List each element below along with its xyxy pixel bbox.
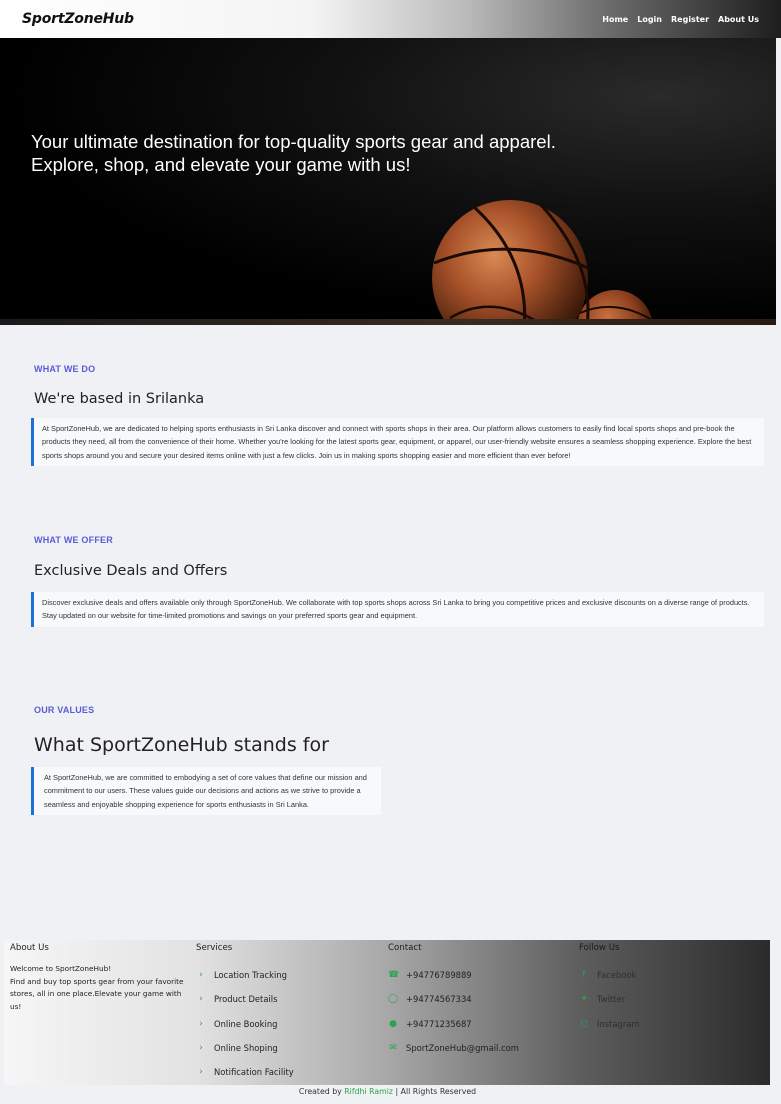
contact-value: SportZoneHub@gmail.com	[406, 1043, 519, 1054]
footer-follow: Follow Us f Facebook ✦ Twitter ◻ Instagram	[579, 940, 764, 1036]
brand-logo[interactable]: SportZoneHub	[22, 11, 134, 27]
credit-suffix: | All Rights Reserved	[395, 1087, 477, 1096]
footer-about: About Us Welcome to SportZoneHub! Find a…	[10, 940, 195, 1013]
chevron-right-icon: ›	[199, 1043, 203, 1054]
credit-author-link[interactable]: Rifdhi Ramiz	[344, 1087, 393, 1096]
nav-register-link[interactable]: Register	[671, 15, 709, 24]
footer-about-text: Welcome to SportZoneHub! Find and buy to…	[10, 963, 195, 1013]
our-values-text: At SportZoneHub, we are committed to emb…	[31, 767, 381, 815]
service-location-tracking[interactable]: › Location Tracking	[196, 963, 376, 987]
footer-contact-heading: Contact	[388, 943, 422, 953]
chevron-right-icon: ›	[199, 970, 203, 981]
footer-about-line2: Find and buy top sports gear from your f…	[10, 976, 184, 1011]
contact-phone-2[interactable]: ◯ +94774567334	[388, 987, 573, 1011]
follow-instagram[interactable]: ◻ Instagram	[579, 1012, 764, 1036]
our-values-eyebrow: OUR VALUES	[34, 705, 95, 715]
footer-services-heading: Services	[196, 943, 233, 953]
what-we-offer-title: Exclusive Deals and Offers	[34, 563, 228, 579]
instagram-icon: ◻	[580, 1018, 588, 1029]
chevron-right-icon: ›	[199, 1018, 203, 1029]
navbar: SportZoneHub Home Login Register About U…	[0, 0, 781, 38]
contact-value: +94776789889	[406, 970, 472, 981]
service-label: Online Shoping	[214, 1043, 278, 1054]
our-values-title: What SportZoneHub stands for	[34, 734, 329, 756]
facebook-icon: f	[582, 970, 586, 981]
nav-home-link[interactable]: Home	[602, 15, 628, 24]
footer-follow-heading: Follow Us	[579, 943, 620, 953]
service-label: Location Tracking	[214, 970, 287, 981]
what-we-offer-text: Discover exclusive deals and offers avai…	[31, 592, 764, 627]
hero-banner: Your ultimate destination for top-qualit…	[0, 38, 776, 325]
footer-contact: Contact ☎ +94776789889 ◯ +94774567334 ● +94…	[388, 940, 573, 1060]
follow-label: Facebook	[597, 970, 637, 981]
service-online-booking[interactable]: › Online Booking	[196, 1012, 376, 1036]
envelope-icon: ✉	[389, 1043, 397, 1054]
twitter-icon: ✦	[580, 994, 588, 1005]
credit-prefix: Created by	[298, 1087, 342, 1096]
follow-label: Instagram	[597, 1018, 640, 1029]
footer: About Us Welcome to SportZoneHub! Find a…	[4, 940, 770, 1085]
what-we-do-text: At SportZoneHub, we are dedicated to hel…	[31, 418, 764, 466]
what-we-do-eyebrow: WHAT WE DO	[34, 364, 96, 374]
chevron-right-icon: ›	[199, 994, 203, 1005]
contact-phone-3[interactable]: ● +94771235687	[388, 1012, 573, 1036]
contact-value: +94771235687	[406, 1018, 472, 1029]
footer-services: Services › Location Tracking › Product Det…	[196, 940, 376, 1084]
follow-facebook[interactable]: f Facebook	[579, 963, 764, 987]
contact-email[interactable]: ✉ SportZoneHub@gmail.com	[388, 1036, 573, 1060]
basketball-image	[432, 200, 653, 325]
whatsapp-icon: ◯	[388, 994, 399, 1005]
contact-value: +94774567334	[406, 994, 472, 1005]
what-we-offer-eyebrow: WHAT WE OFFER	[34, 535, 113, 545]
service-label: Product Details	[214, 994, 278, 1005]
contact-phone-1[interactable]: ☎ +94776789889	[388, 963, 573, 987]
service-online-shoping[interactable]: › Online Shoping	[196, 1036, 376, 1060]
viber-icon: ●	[389, 1018, 397, 1029]
follow-twitter[interactable]: ✦ Twitter	[579, 987, 764, 1011]
service-label: Notification Facility	[214, 1067, 294, 1078]
service-product-details[interactable]: › Product Details	[196, 987, 376, 1011]
service-label: Online Booking	[214, 1018, 278, 1029]
footer-about-heading: About Us	[10, 943, 49, 953]
phone-icon: ☎	[388, 970, 400, 981]
nav-about-link[interactable]: About Us	[718, 15, 759, 24]
service-notification-facility[interactable]: › Notification Facility	[196, 1060, 376, 1084]
footer-about-line1: Welcome to SportZoneHub!	[10, 964, 112, 973]
chevron-right-icon: ›	[199, 1067, 203, 1078]
what-we-do-title: We're based in Srilanka	[34, 391, 205, 407]
footer-credit: Created by Rifdhi Ramiz | All Rights Res…	[0, 1087, 775, 1096]
follow-label: Twitter	[597, 994, 626, 1005]
nav-links: Home Login Register About Us	[602, 15, 759, 24]
hero-floor	[0, 319, 776, 325]
nav-login-link[interactable]: Login	[637, 15, 662, 24]
